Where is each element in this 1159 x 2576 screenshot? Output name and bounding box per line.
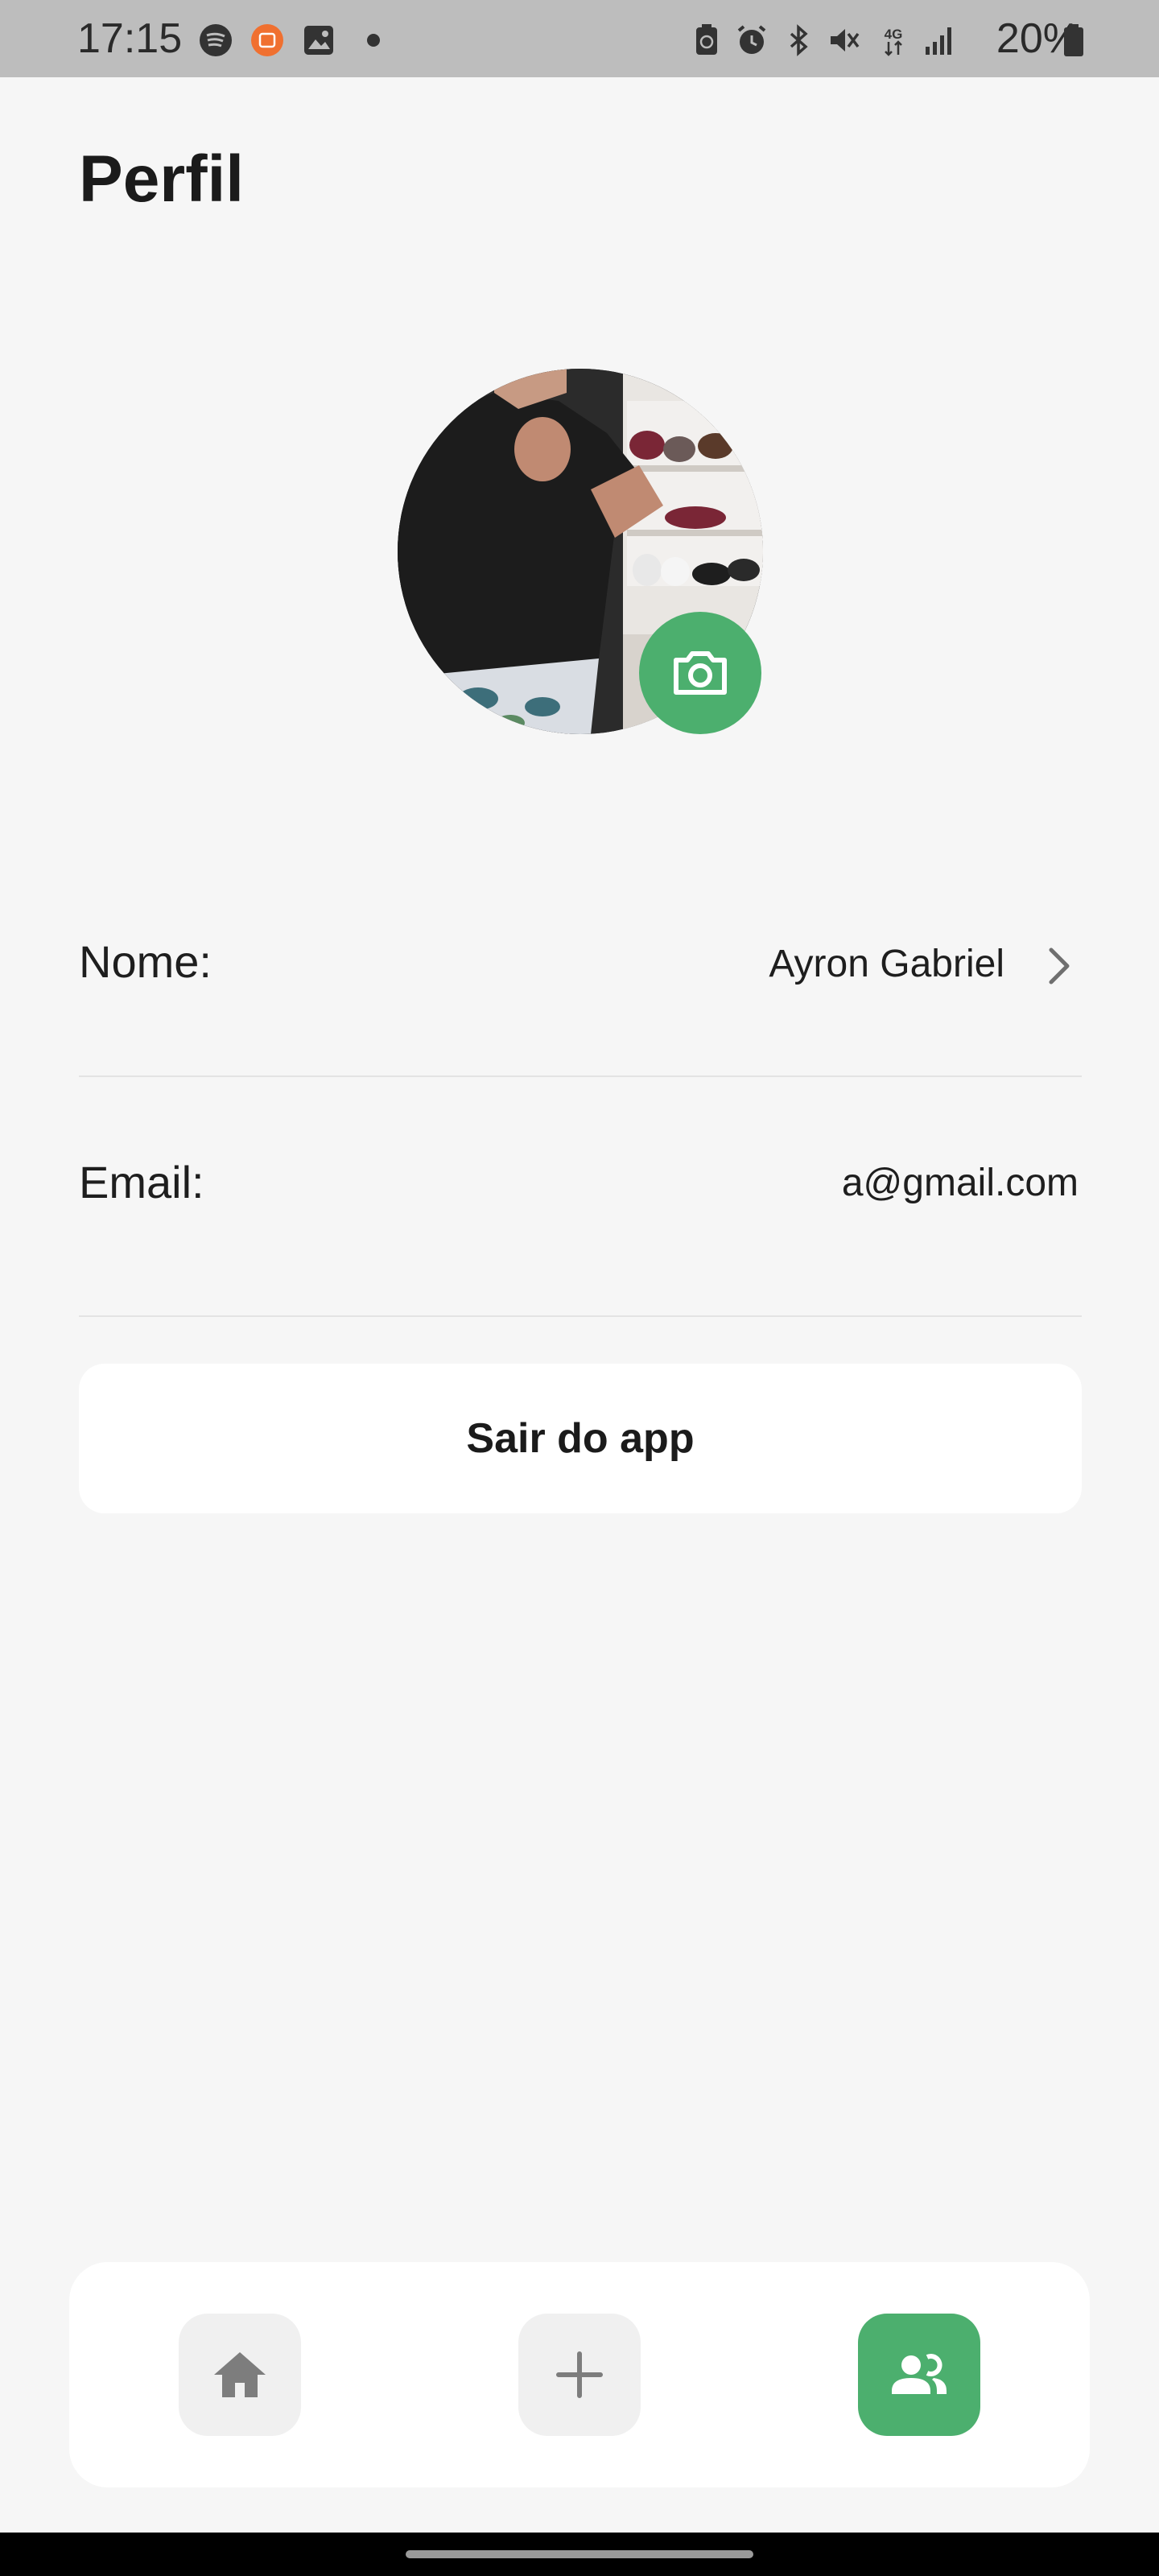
name-value: Ayron Gabriel [769,943,1004,985]
bottom-navigation [69,2262,1090,2487]
vibrate-icon [831,29,860,52]
name-row[interactable]: Nome: Ayron Gabriel [79,931,1082,1003]
gallery-icon [304,26,333,55]
page-title: Perfil [79,142,245,216]
dot-icon [367,34,380,47]
battery-icon [1064,24,1083,56]
camera-icon [674,651,727,695]
nav-profile-button[interactable] [858,2314,980,2436]
email-label: Email: [79,1157,204,1208]
profile-icon [892,2354,947,2394]
nav-add-button[interactable] [518,2314,641,2436]
plus-icon [556,2351,603,2398]
nav-home-button[interactable] [179,2314,301,2436]
4g-icon: 4G [885,27,903,56]
home-icon [214,2352,266,2397]
status-bar: 17:15 4G 20% [0,0,1159,77]
chevron-right-icon [1049,947,1070,985]
email-row: Email: a@gmail.com [79,1150,1082,1222]
signal-icon [926,27,951,55]
status-time: 17:15 [77,15,183,62]
change-photo-button[interactable] [639,612,761,734]
logout-button[interactable]: Sair do app [79,1364,1082,1513]
email-divider [79,1315,1082,1317]
mi-app-icon [251,24,283,56]
alarm-icon [737,25,766,54]
name-divider [79,1075,1082,1077]
email-value: a@gmail.com [841,1162,1079,1204]
spotify-icon [200,24,232,56]
bluetooth-icon [790,24,808,56]
battery-saver-icon [696,24,717,55]
name-label: Nome: [79,936,212,987]
network-type-label: 4G [885,27,903,42]
home-indicator[interactable] [406,2550,753,2558]
